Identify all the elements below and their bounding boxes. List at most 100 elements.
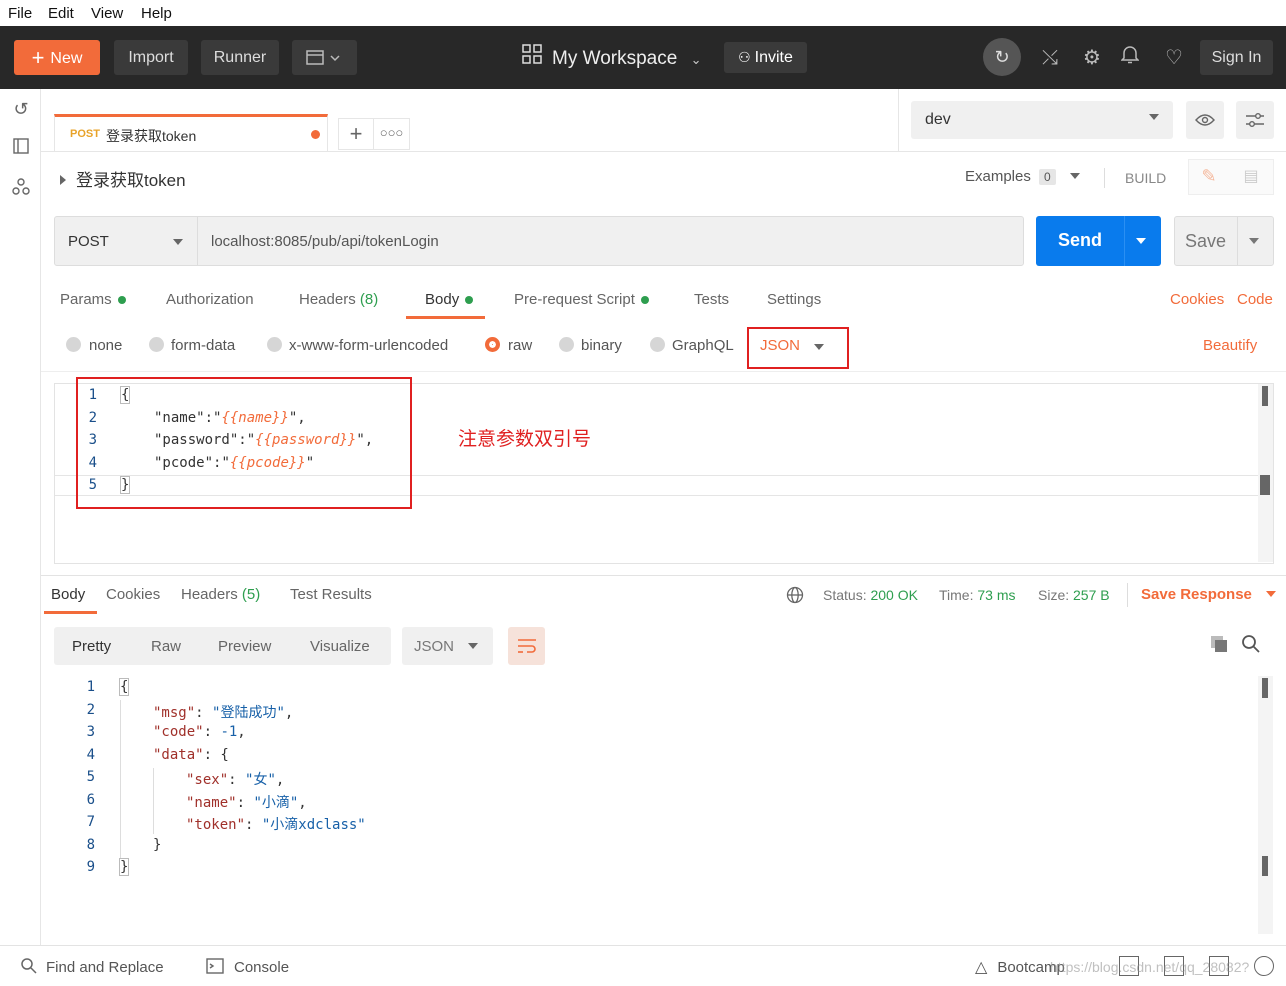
tab-body-underline (406, 316, 485, 319)
send-divider (1124, 216, 1125, 266)
eye-icon[interactable] (1186, 101, 1224, 139)
workspace-switcher[interactable]: My Workspace ⌄ (522, 44, 701, 72)
unsaved-dot-icon (311, 130, 320, 139)
pencil-icon[interactable]: ✎ (1198, 166, 1220, 188)
save-response-button[interactable]: Save Response (1141, 586, 1277, 603)
search-icon[interactable] (1241, 634, 1261, 654)
tab-settings[interactable]: Settings (767, 291, 821, 308)
tab-authorization[interactable]: Authorization (166, 291, 254, 308)
radio-form-data[interactable] (149, 337, 164, 352)
new-window-button[interactable] (292, 40, 357, 75)
apis-icon[interactable] (8, 177, 34, 203)
watermark: https://blog.csdn.net/qq_28082? (1050, 959, 1250, 975)
import-button[interactable]: Import (114, 40, 188, 75)
sliders-icon[interactable] (1236, 101, 1274, 139)
code-link[interactable]: Code (1237, 291, 1273, 308)
tab-tests[interactable]: Tests (694, 291, 729, 308)
code-line: "data": { (153, 747, 229, 763)
more-tabs-button[interactable]: ○○○ (374, 118, 410, 150)
caret-down-icon[interactable] (1136, 238, 1146, 244)
tab-headers[interactable]: Headers (8) (299, 291, 378, 308)
tab-params[interactable]: Params (60, 291, 126, 308)
menu-file[interactable]: File (8, 5, 32, 22)
cookies-link[interactable]: Cookies (1170, 291, 1224, 308)
response-tab-cookies[interactable]: Cookies (106, 586, 160, 603)
heart-icon[interactable]: ♡ (1160, 44, 1188, 72)
search-icon (21, 958, 37, 974)
view-visualize[interactable]: Visualize (310, 638, 370, 655)
editor-scroll-thumb[interactable] (1262, 386, 1268, 406)
sign-in-button[interactable]: Sign In (1200, 40, 1273, 75)
response-tab-test-results[interactable]: Test Results (290, 586, 372, 603)
history-icon[interactable]: ↺ (8, 96, 34, 122)
radio-none[interactable] (66, 337, 81, 352)
response-time: Time: 73 ms (939, 587, 1016, 603)
caret-down-icon (173, 239, 183, 245)
response-scroll-thumb-2[interactable] (1262, 856, 1268, 876)
indent-guide (153, 768, 154, 834)
bell-icon[interactable] (1116, 44, 1144, 72)
view-pretty[interactable]: Pretty (72, 638, 111, 655)
new-label: New (50, 50, 83, 67)
environment-select[interactable]: dev (911, 101, 1173, 139)
response-scrollbar[interactable] (1258, 676, 1273, 934)
tab-prerequest[interactable]: Pre-request Script (514, 291, 649, 308)
comment-icon[interactable]: ▤ (1240, 166, 1262, 188)
json-value: -1 (220, 724, 238, 740)
response-tab-body-underline (44, 611, 97, 614)
menu-help[interactable]: Help (141, 5, 172, 22)
radio-urlencoded[interactable] (267, 337, 282, 352)
find-replace-label: Find and Replace (46, 959, 164, 976)
build-divider (1104, 168, 1105, 188)
radio-graphql[interactable] (650, 337, 665, 352)
tab-prerequest-label: Pre-request Script (514, 291, 635, 308)
send-button[interactable]: Send (1036, 216, 1161, 266)
line-number: 7 (86, 814, 95, 830)
caret-down-icon (1069, 173, 1080, 179)
invite-button[interactable]: ⚇ Invite (724, 42, 807, 73)
wrap-icon (517, 639, 536, 653)
new-tab-button[interactable]: + (338, 118, 374, 150)
radio-raw[interactable] (485, 337, 500, 352)
indent-guide (120, 700, 121, 858)
collections-icon[interactable] (8, 136, 34, 162)
response-format-select[interactable]: JSON (402, 627, 493, 665)
tab-body[interactable]: Body (425, 291, 474, 308)
menu-view[interactable]: View (91, 5, 123, 22)
response-tab-headers[interactable]: Headers (5) (181, 586, 260, 603)
beautify-link[interactable]: Beautify (1203, 337, 1257, 354)
radio-binary[interactable] (559, 337, 574, 352)
sync-icon[interactable]: ↻ (983, 38, 1021, 76)
runner-button[interactable]: Runner (201, 40, 279, 75)
globe-icon[interactable] (786, 586, 804, 604)
line-number: 8 (86, 837, 95, 853)
find-replace-button[interactable]: Find and Replace (20, 957, 164, 976)
body-format-select[interactable]: JSON (747, 327, 849, 369)
caret-down-icon[interactable] (1249, 238, 1259, 244)
console-button[interactable]: Console (206, 957, 289, 976)
url-input[interactable]: localhost:8085/pub/api/tokenLogin (197, 216, 1024, 266)
code-line: } (118, 858, 130, 876)
menu-edit[interactable]: Edit (48, 5, 74, 22)
satellite-icon[interactable]: ⤯ (1036, 44, 1064, 72)
new-button[interactable]: + New (14, 40, 100, 75)
examples-dropdown[interactable]: Examples 0 (965, 168, 1080, 185)
wrap-lines-button[interactable] (508, 627, 545, 665)
view-preview[interactable]: Preview (218, 638, 271, 655)
build-label[interactable]: BUILD (1125, 170, 1166, 186)
gear-icon[interactable]: ⚙ (1078, 44, 1106, 72)
request-tab[interactable]: POST 登录获取token (54, 114, 328, 152)
json-key: "code" (153, 724, 204, 740)
response-status: Status: 200 OK (823, 587, 918, 603)
editor-scrollbar[interactable] (1258, 384, 1273, 562)
save-button[interactable]: Save (1174, 216, 1274, 266)
response-scroll-thumb[interactable] (1262, 678, 1268, 698)
copy-icon[interactable] (1209, 634, 1229, 654)
help-icon[interactable] (1254, 956, 1274, 976)
request-title[interactable]: 登录获取token (60, 166, 186, 191)
view-raw[interactable]: Raw (151, 638, 181, 655)
method-select[interactable]: POST (54, 216, 198, 266)
response-tab-body[interactable]: Body (51, 586, 85, 603)
app-header: + New Import Runner My Workspace ⌄ ⚇ Invit… (0, 26, 1286, 89)
editor-scroll-thumb-2[interactable] (1260, 475, 1270, 495)
